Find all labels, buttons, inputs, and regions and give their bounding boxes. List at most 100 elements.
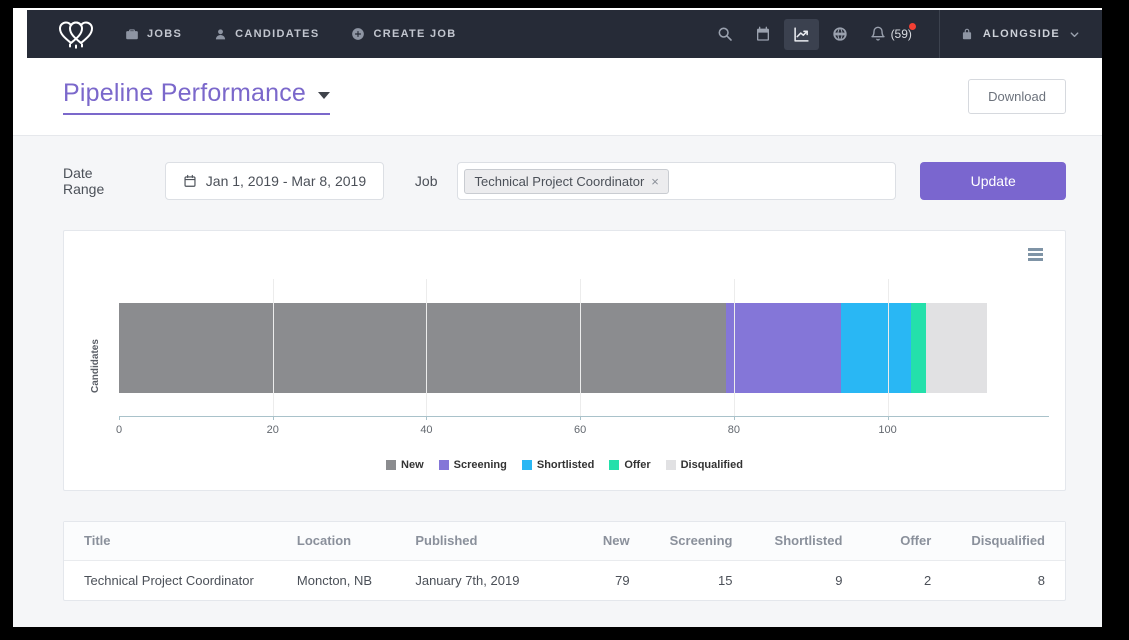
x-tick-mark: [426, 416, 427, 420]
x-tick-label: 40: [420, 424, 432, 436]
x-gridline: [888, 279, 889, 416]
chart-legend: New Screening Shortlisted Offer Disqualified: [64, 459, 1065, 471]
notifications-button[interactable]: (59): [861, 19, 921, 49]
nav-item-candidates[interactable]: CANDIDATES: [214, 28, 319, 41]
table-row: Technical Project CoordinatorMoncton, NB…: [64, 560, 1065, 600]
table-cell: 9: [752, 560, 862, 600]
date-range-label: Date Range: [63, 165, 137, 197]
table-cell: 2: [862, 560, 951, 600]
results-table: TitleLocationPublishedNewScreeningShortl…: [64, 522, 1065, 600]
chart-context-menu-icon[interactable]: [1026, 246, 1045, 263]
account-menu[interactable]: ALONGSIDE: [960, 27, 1080, 41]
x-tick-label: 80: [728, 424, 740, 436]
job-select-input[interactable]: Technical Project Coordinator ×: [457, 162, 896, 200]
chart-plot-area: 020406080100: [119, 279, 1049, 417]
report-type-dropdown[interactable]: Pipeline Performance: [63, 79, 330, 115]
navbar-divider: [939, 10, 940, 58]
legend-item-shortlisted[interactable]: Shortlisted: [522, 459, 594, 471]
nav-item-label: CREATE JOB: [373, 28, 456, 40]
legend-swatch: [386, 460, 396, 470]
x-gridline: [273, 279, 274, 416]
calendar-icon: [183, 174, 197, 188]
legend-item-offer[interactable]: Offer: [609, 459, 650, 471]
globe-button[interactable]: [823, 19, 857, 49]
legend-swatch: [522, 460, 532, 470]
briefcase-icon: [125, 27, 139, 41]
table-header-cell: Offer: [862, 522, 951, 560]
legend-label: Disqualified: [681, 459, 743, 471]
chart-y-axis-label: Candidates: [90, 303, 101, 393]
bar-segment-offer: [911, 303, 926, 393]
job-tag: Technical Project Coordinator ×: [464, 169, 668, 194]
notification-dot: [909, 23, 916, 30]
x-tick-label: 60: [574, 424, 586, 436]
remove-tag-icon[interactable]: ×: [651, 175, 659, 188]
notification-count: (59): [891, 27, 912, 41]
table-header-cell: Shortlisted: [752, 522, 862, 560]
top-navbar: JOBS CANDIDATES CREATE JOB: [27, 10, 1102, 58]
job-tag-label: Technical Project Coordinator: [474, 174, 644, 189]
x-tick-mark: [734, 416, 735, 420]
nav-item-label: CANDIDATES: [235, 28, 319, 40]
table-cell: January 7th, 2019: [395, 560, 561, 600]
table-header-row: TitleLocationPublishedNewScreeningShortl…: [64, 522, 1065, 560]
table-header-cell: Location: [277, 522, 395, 560]
x-tick-label: 20: [267, 424, 279, 436]
x-gridline: [734, 279, 735, 416]
table-header-cell: Screening: [650, 522, 753, 560]
navbar-right: (59) ALONGSIDE: [704, 10, 1080, 58]
search-icon: [717, 26, 733, 42]
globe-icon: [832, 26, 848, 42]
table-cell: Technical Project Coordinator: [64, 560, 277, 600]
content-area: Date Range Jan 1, 2019 - Mar 8, 2019 Job…: [13, 135, 1102, 627]
nav-item-label: JOBS: [147, 28, 182, 40]
person-icon: [214, 28, 227, 41]
legend-swatch: [439, 460, 449, 470]
legend-label: Offer: [624, 459, 650, 471]
calendar-button[interactable]: [746, 19, 780, 49]
chevron-down-icon: [1069, 29, 1080, 40]
x-tick-label: 100: [878, 424, 896, 436]
legend-label: New: [401, 459, 424, 471]
search-button[interactable]: [708, 19, 742, 49]
stacked-bar: [119, 303, 1049, 393]
pipeline-chart-card: Candidates 020406080100 New Screening Shor…: [63, 230, 1066, 491]
bar-segment-screening: [726, 303, 841, 393]
x-tick-mark: [273, 416, 274, 420]
legend-item-new[interactable]: New: [386, 459, 424, 471]
bell-icon: [870, 26, 886, 42]
legend-label: Screening: [454, 459, 507, 471]
results-table-card: TitleLocationPublishedNewScreeningShortl…: [63, 521, 1066, 601]
bar-segment-shortlisted: [841, 303, 910, 393]
title-caret-icon: [318, 92, 330, 99]
bar-segment-disqualified: [926, 303, 987, 393]
x-tick-mark: [580, 416, 581, 420]
date-range-input[interactable]: Jan 1, 2019 - Mar 8, 2019: [165, 162, 384, 200]
table-header-cell: Published: [395, 522, 561, 560]
page-header: Pipeline Performance Download: [13, 58, 1102, 135]
organization-icon: [960, 27, 974, 41]
table-cell: 15: [650, 560, 753, 600]
x-gridline: [426, 279, 427, 416]
legend-label: Shortlisted: [537, 459, 594, 471]
x-gridline: [580, 279, 581, 416]
nav-item-create-job[interactable]: CREATE JOB: [351, 27, 456, 41]
legend-swatch: [609, 460, 619, 470]
legend-item-disqualified[interactable]: Disqualified: [666, 459, 743, 471]
download-button[interactable]: Download: [968, 79, 1066, 114]
reports-button[interactable]: [784, 19, 819, 50]
legend-item-screening[interactable]: Screening: [439, 459, 507, 471]
nav-item-jobs[interactable]: JOBS: [125, 27, 182, 41]
update-button[interactable]: Update: [920, 162, 1066, 200]
legend-swatch: [666, 460, 676, 470]
table-cell: 79: [561, 560, 650, 600]
app-page: JOBS CANDIDATES CREATE JOB: [13, 8, 1102, 627]
calendar-icon: [755, 26, 771, 42]
bar-segment-new: [119, 303, 726, 393]
x-tick-mark: [119, 416, 120, 420]
date-range-value: Jan 1, 2019 - Mar 8, 2019: [206, 173, 366, 189]
alongside-logo[interactable]: [55, 19, 97, 49]
table-header-cell: Title: [64, 522, 277, 560]
plus-circle-icon: [351, 27, 365, 41]
filter-row: Date Range Jan 1, 2019 - Mar 8, 2019 Job…: [63, 162, 1066, 200]
